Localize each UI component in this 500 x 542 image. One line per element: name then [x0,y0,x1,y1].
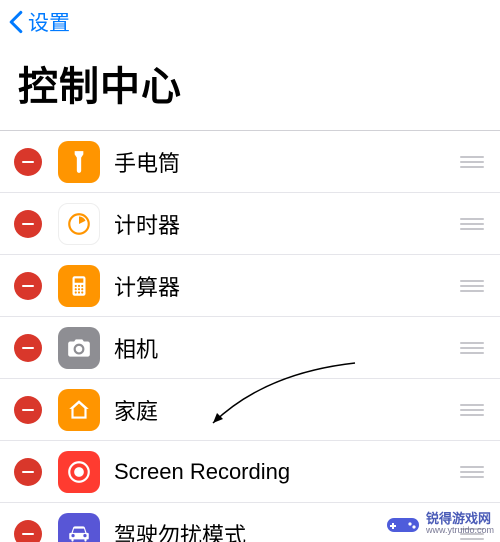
drag-handle[interactable] [458,156,486,168]
drag-handle[interactable] [458,342,486,354]
item-label: Screen Recording [114,459,458,485]
remove-button[interactable] [14,520,42,542]
remove-button[interactable] [14,334,42,362]
back-label: 设置 [28,7,70,37]
remove-button[interactable] [14,272,42,300]
back-button[interactable]: 设置 [8,7,70,37]
list-item-screen-recording: Screen Recording [0,441,500,503]
item-label: 手电筒 [114,146,458,178]
list-item-timer: 计时器 [0,193,500,255]
list-item-calculator: 计算器 [0,255,500,317]
item-label: 计算器 [114,270,458,302]
list-item-camera: 相机 [0,317,500,379]
watermark-brand: 锐得游戏网 [426,512,494,526]
camera-icon [58,327,100,369]
timer-icon [58,203,100,245]
home-icon [58,389,100,431]
item-label: 家庭 [114,394,458,426]
watermark-url: www.ytruido.com [426,526,494,536]
flashlight-icon [58,141,100,183]
drag-handle[interactable] [458,218,486,230]
item-label: 相机 [114,332,458,364]
nav-bar: 设置 [0,0,500,44]
screen-record-icon [58,451,100,493]
list-item-flashlight: 手电筒 [0,131,500,193]
calculator-icon [58,265,100,307]
gamepad-icon [386,512,420,536]
remove-button[interactable] [14,458,42,486]
controls-list: 手电筒 计时器 计算器 相机 家庭 [0,130,500,542]
remove-button[interactable] [14,396,42,424]
remove-button[interactable] [14,210,42,238]
car-icon [58,513,100,542]
drag-handle[interactable] [458,466,486,478]
remove-button[interactable] [14,148,42,176]
page-title: 控制中心 [0,44,500,130]
drag-handle[interactable] [458,404,486,416]
item-label: 计时器 [114,208,458,240]
watermark: 锐得游戏网 www.ytruido.com [386,512,494,536]
list-item-home: 家庭 [0,379,500,441]
drag-handle[interactable] [458,280,486,292]
chevron-left-icon [8,10,24,34]
